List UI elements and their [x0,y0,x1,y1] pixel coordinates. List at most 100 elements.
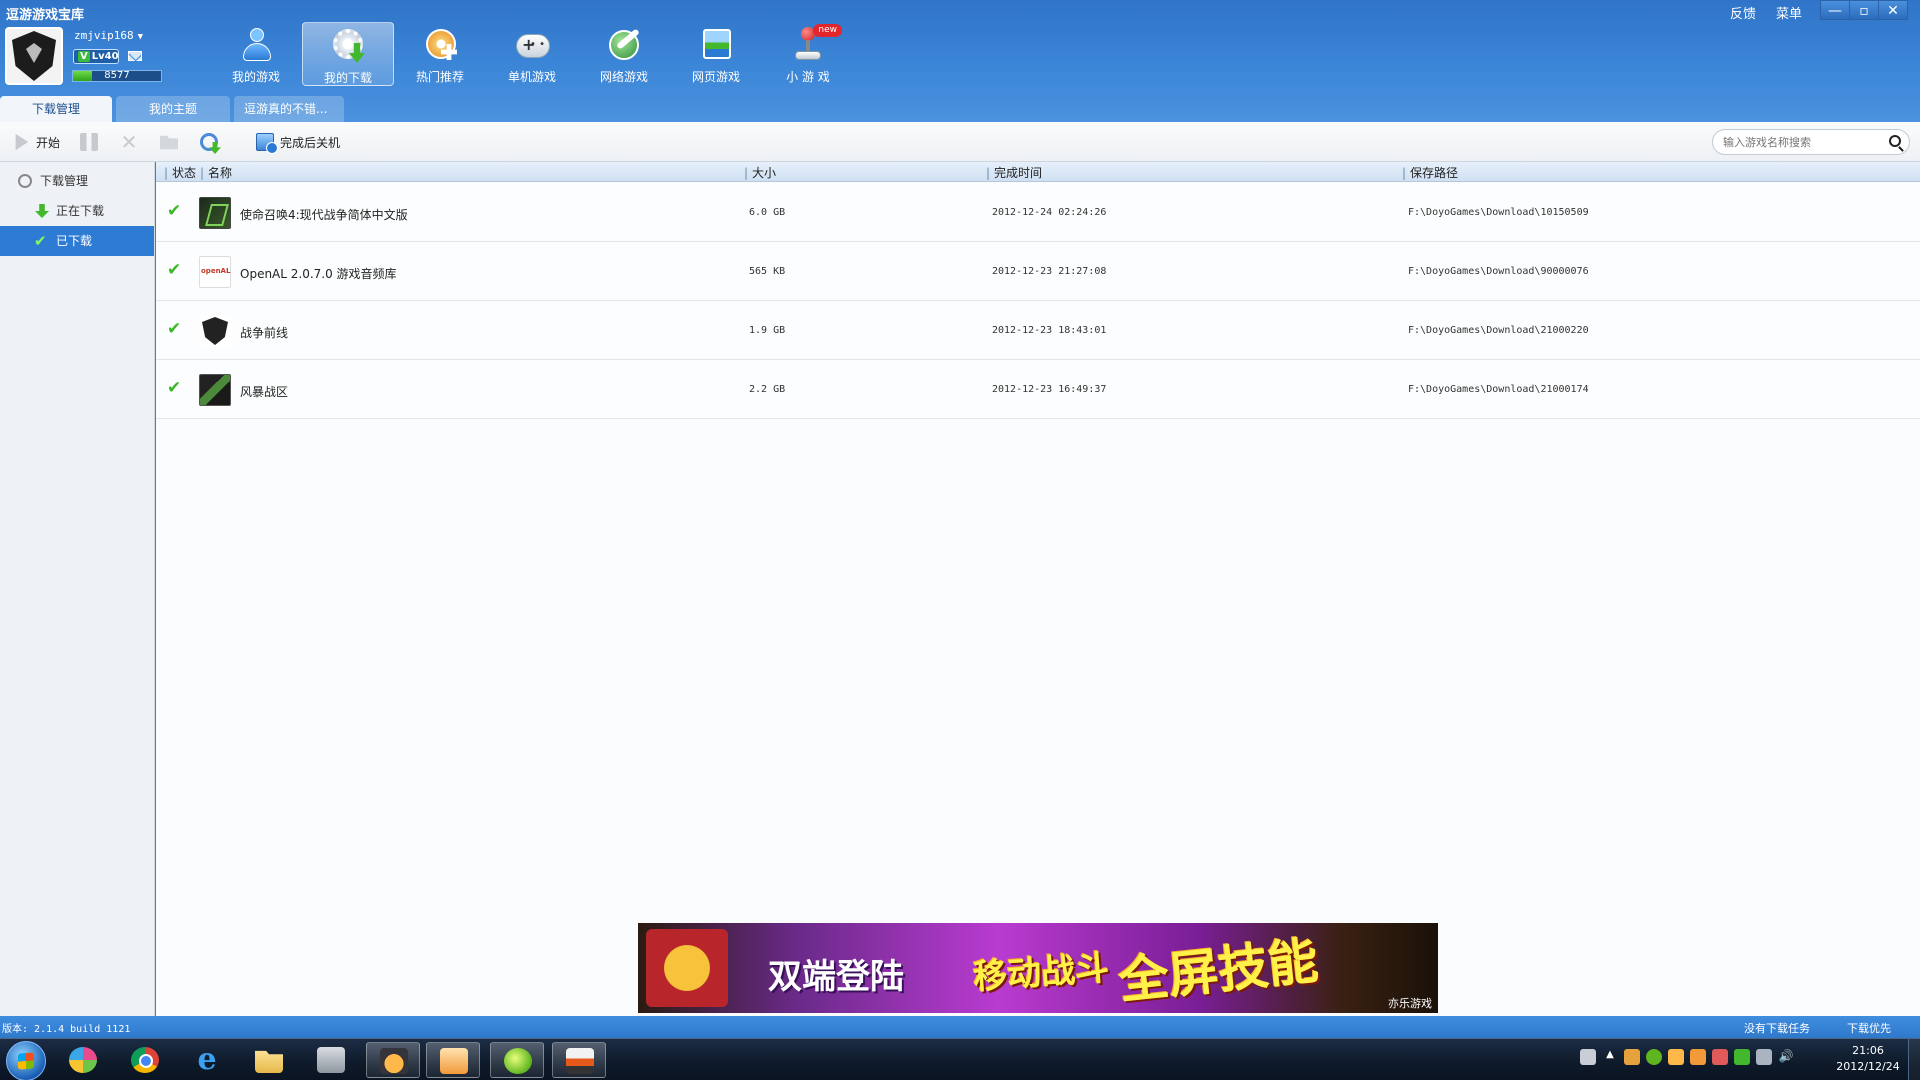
tray-people2-icon[interactable] [1712,1049,1728,1065]
start-button-windows[interactable] [6,1041,46,1080]
nav-single-games[interactable]: 单机游戏 [486,22,578,86]
web-page-icon [697,26,735,64]
row-time: 2012-12-23 16:49:37 [992,384,1107,395]
game-logo-icon [646,929,728,1007]
network-icon[interactable] [1756,1049,1772,1065]
ad-text-mobile-battle: 移动战斗 [972,948,1111,998]
nav-label: 我的游戏 [231,70,280,84]
table-row[interactable]: ✔ 战争前线 1.9 GB 2012-12-23 18:43:01 F:\Doy… [156,301,1920,360]
tray-app-icon[interactable] [1624,1049,1640,1065]
download-gear-icon [329,27,367,65]
close-icon: ✕ [120,130,138,154]
taskbar-ie[interactable]: e [180,1042,234,1078]
chevron-down-icon[interactable]: ▼ [138,32,143,42]
row-size: 6.0 GB [749,207,786,218]
row-name: OpenAL 2.0.7.0 游戏音频库 [240,267,397,281]
no-tasks-status[interactable]: 没有下载任务 [1744,1020,1810,1036]
nav-label: 网络游戏 [599,70,648,84]
nav-label: 热门推荐 [415,70,464,84]
minimize-button[interactable]: — [1820,0,1850,20]
table-row[interactable]: ✔ OpenAL 2.0.7.0 游戏音频库 565 KB 2012-12-23… [156,242,1920,301]
refresh-button[interactable] [200,132,224,152]
start-button[interactable]: 开始 [12,132,60,152]
column-header-size[interactable]: 大小 [744,164,776,181]
person-icon [237,26,275,64]
download-priority-button[interactable]: 下载优先 [1847,1020,1891,1036]
column-header-finish-time[interactable]: 完成时间 [986,164,1042,181]
open-folder-button[interactable] [160,132,184,152]
globe-sword-icon [605,26,643,64]
taskbar-cat-app[interactable] [366,1042,420,1078]
sidebar-item-downloaded[interactable]: ✔ 已下载 [0,226,154,256]
clock-date: 2012/12/24 [1836,1060,1900,1073]
delete-button[interactable]: ✕ [120,132,144,152]
taskbar-explorer[interactable] [242,1042,296,1078]
nav-label: 小 游 戏 [786,70,830,84]
nav-label: 网页游戏 [691,70,740,84]
row-name: 战争前线 [240,326,289,340]
keyboard-icon[interactable] [1580,1049,1596,1065]
pinwheel-icon [69,1047,97,1073]
column-header-save-path[interactable]: 保存路径 [1402,164,1458,181]
sidebar-item-downloading[interactable]: 正在下载 [0,196,154,226]
avatar[interactable] [5,27,63,85]
mail-icon[interactable] [128,51,142,61]
taskbar-people-app[interactable] [426,1042,480,1078]
tray-expand-icon[interactable]: ▲ [1602,1049,1618,1065]
row-path: F:\DoyoGames\Download\21000220 [1408,325,1589,336]
status-bar: 版本: 2.1.4 build 1121 没有下载任务 下载优先 [0,1016,1920,1038]
sidebar-item-download-manager[interactable]: 下载管理 [0,166,154,196]
show-desktop-button[interactable] [1908,1039,1920,1080]
row-size: 2.2 GB [749,384,786,395]
table-row[interactable]: ✔ 风暴战区 2.2 GB 2012-12-23 16:49:37 F:\Doy… [156,360,1920,419]
nav-hot-recommend[interactable]: 热门推荐 [394,22,486,86]
shutdown-after-button[interactable]: 完成后关机 [256,132,340,154]
ad-text-dual-login: 双端登陆 [768,957,904,997]
window-controls: — ▫ ✕ [1820,0,1908,20]
experience-bar: 8577 [72,70,162,82]
ad-banner[interactable]: 双端登陆 移动战斗 全屏技能 亦乐游戏 [638,923,1438,1013]
nav-label: 单机游戏 [507,70,556,84]
tab-doyo-info[interactable]: 逗游真的不错... [234,96,344,122]
taskbar-chrome[interactable] [118,1042,172,1078]
tab-download-manager[interactable]: 下载管理 [0,96,112,122]
taskbar-clock[interactable]: 21:06 2012/12/24 [1830,1043,1906,1075]
tab-bar: 下载管理 我的主题 逗游真的不错... [0,96,348,122]
tab-my-theme[interactable]: 我的主题 [116,96,230,122]
tray-green-icon[interactable] [1734,1049,1750,1065]
taskbar-computer[interactable] [304,1042,358,1078]
nav-my-downloads[interactable]: 我的下载 [302,22,394,86]
gamepad-icon [513,26,551,64]
taskbar-doyo-app[interactable] [552,1042,606,1078]
check-icon: ✔ [167,201,182,221]
column-header-status[interactable]: 状态 [164,164,196,181]
search-icon[interactable] [1889,135,1901,147]
feedback-link[interactable]: 反馈 [1730,3,1756,22]
table-row[interactable]: ✔ 使命召唤4:现代战争简体中文版 6.0 GB 2012-12-24 02:2… [156,183,1920,242]
close-button[interactable]: ✕ [1878,0,1908,20]
tray-people-icon[interactable] [1690,1049,1706,1065]
nav-web-games[interactable]: 网页游戏 [670,22,762,86]
menu-link[interactable]: 菜单 [1776,3,1802,22]
folder-icon [255,1050,283,1073]
nav-mini-games[interactable]: new 小 游 戏 [762,22,854,86]
shield-game-icon [199,315,231,347]
tray-ball-icon[interactable] [1646,1049,1662,1065]
app-icon [566,1048,594,1074]
search-input[interactable] [1723,133,1883,151]
tray-cat-icon[interactable] [1668,1049,1684,1065]
experience-value: 8577 [104,70,130,81]
restore-button[interactable]: ▫ [1849,0,1879,20]
app-title: 逗游游戏宝库 [6,8,85,23]
row-path: F:\DoyoGames\Download\10150509 [1408,207,1589,218]
taskbar-pinwheel-app[interactable] [56,1042,110,1078]
volume-icon[interactable]: 🔊 [1778,1049,1794,1065]
nav-online-games[interactable]: 网络游戏 [578,22,670,86]
nav-label: 我的下载 [323,71,372,85]
start-label: 开始 [36,135,61,150]
taskbar-ball-app[interactable] [490,1042,544,1078]
column-header-name[interactable]: 名称 [200,164,232,181]
pause-button[interactable] [80,132,104,152]
nav-my-games[interactable]: 我的游戏 [210,22,302,86]
username[interactable]: zmjvip168 ▼ [74,29,143,42]
